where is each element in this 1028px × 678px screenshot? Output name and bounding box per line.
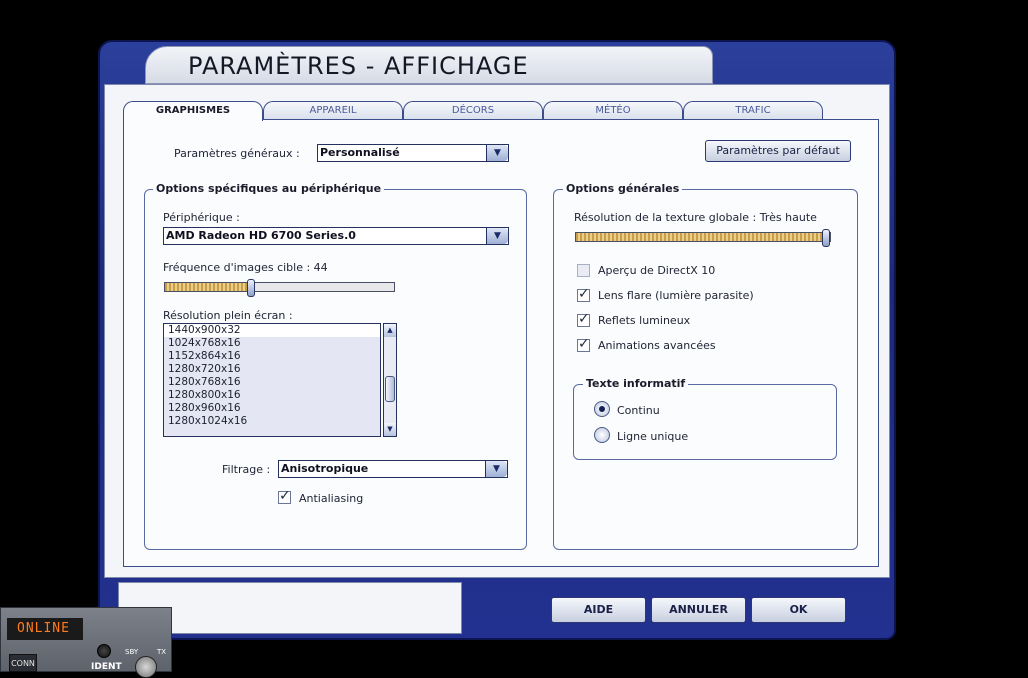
resolution-list[interactable]: 1440x900x32 1024x768x16 1152x864x16 1280… [163, 323, 381, 437]
tab-trafic[interactable]: TRAFIC [683, 101, 823, 120]
tab-decors[interactable]: DÉCORS [403, 101, 543, 120]
chevron-down-icon[interactable]: ▼ [486, 145, 508, 161]
checkmark-icon: ✓ [578, 286, 590, 302]
device-value: AMD Radeon HD 6700 Series.0 [166, 229, 356, 242]
list-item[interactable]: 1152x864x16 [164, 350, 380, 363]
ident-label: IDENT [91, 662, 122, 672]
conn-button[interactable]: CONN [9, 654, 37, 672]
continuous-radio[interactable] [594, 401, 610, 417]
single-line-radio[interactable] [594, 427, 610, 443]
general-options-group [553, 189, 858, 550]
list-item[interactable]: 1024x768x16 [164, 337, 380, 350]
tab-graphismes[interactable]: GRAPHISMES [123, 101, 263, 121]
help-button[interactable]: AIDE [551, 597, 646, 623]
tab-meteo[interactable]: MÉTÉO [543, 101, 683, 120]
mode-knob[interactable] [135, 656, 157, 678]
ident-button[interactable] [97, 644, 111, 658]
info-text-group [573, 384, 837, 460]
list-item[interactable]: 1280x720x16 [164, 363, 380, 376]
resolution-scrollbar[interactable]: ▲ ▼ [383, 323, 397, 437]
device-options-title: Options spécifiques au périphérique [153, 182, 385, 195]
filter-dropdown[interactable]: Anisotropique ▼ [278, 460, 508, 478]
ok-button[interactable]: OK [751, 597, 846, 623]
device-label: Périphérique : [163, 211, 240, 224]
defaults-button[interactable]: Paramètres par défaut [705, 140, 851, 162]
advanced-animations-label: Animations avancées [598, 339, 716, 352]
single-line-label: Ligne unique [617, 430, 689, 443]
scroll-down-icon[interactable]: ▼ [384, 423, 396, 436]
checkmark-icon: ✓ [578, 311, 590, 327]
list-item[interactable]: 1280x800x16 [164, 389, 380, 402]
filter-value: Anisotropique [281, 462, 369, 475]
general-settings-dropdown[interactable]: Personnalisé ▼ [317, 144, 509, 162]
lens-flare-checkbox[interactable]: ✓ [577, 286, 590, 302]
filter-label: Filtrage : [222, 463, 271, 476]
list-item[interactable]: 1280x768x16 [164, 376, 380, 389]
framerate-label: Fréquence d'images cible : 44 [163, 261, 328, 274]
scroll-up-icon[interactable]: ▲ [384, 324, 396, 337]
directx10-label: Aperçu de DirectX 10 [598, 264, 716, 277]
device-dropdown[interactable]: AMD Radeon HD 6700 Series.0 ▼ [163, 227, 509, 245]
light-reflections-checkbox[interactable]: ✓ [577, 311, 590, 327]
chevron-down-icon[interactable]: ▼ [485, 461, 507, 477]
dialog-title: PARAMÈTRES - AFFICHAGE [188, 52, 529, 80]
antialiasing-checkbox[interactable]: ✓ [278, 488, 291, 504]
light-reflections-label: Reflets lumineux [598, 314, 691, 327]
general-options-title: Options générales [563, 182, 683, 195]
transponder-widget: ONLINE CONN IDENT SBY TX [0, 607, 172, 678]
radio-dot [599, 406, 605, 412]
framerate-slider[interactable] [164, 279, 395, 297]
scroll-thumb[interactable] [385, 376, 395, 402]
continuous-label: Continu [617, 404, 660, 417]
sby-label: SBY [125, 648, 139, 656]
cancel-button[interactable]: ANNULER [651, 597, 746, 623]
texture-slider-fill [576, 233, 826, 241]
texture-resolution-slider[interactable] [575, 229, 831, 247]
tab-appareil[interactable]: APPAREIL [263, 101, 403, 120]
general-settings-label: Paramètres généraux : [174, 147, 300, 160]
list-item[interactable]: 1280x960x16 [164, 402, 380, 415]
chevron-down-icon[interactable]: ▼ [486, 228, 508, 244]
info-text-title: Texte informatif [583, 377, 689, 390]
general-settings-value: Personnalisé [320, 146, 400, 159]
checkmark-icon: ✓ [279, 488, 291, 504]
antialiasing-label: Antialiasing [299, 492, 364, 505]
resolution-label: Résolution plein écran : [163, 309, 293, 322]
framerate-slider-thumb[interactable] [247, 279, 255, 297]
texture-resolution-label: Résolution de la texture globale : Très … [574, 211, 817, 224]
framerate-slider-fill [165, 283, 251, 291]
checkmark-icon: ✓ [578, 336, 590, 352]
list-item[interactable]: 1280x1024x16 [164, 415, 380, 428]
list-item[interactable]: 1440x900x32 [164, 324, 380, 337]
online-status: ONLINE [7, 618, 83, 640]
texture-slider-thumb[interactable] [822, 229, 830, 247]
advanced-animations-checkbox[interactable]: ✓ [577, 336, 590, 352]
lens-flare-label: Lens flare (lumière parasite) [598, 289, 754, 302]
directx10-checkbox[interactable] [577, 264, 590, 277]
tx-label: TX [157, 648, 167, 656]
